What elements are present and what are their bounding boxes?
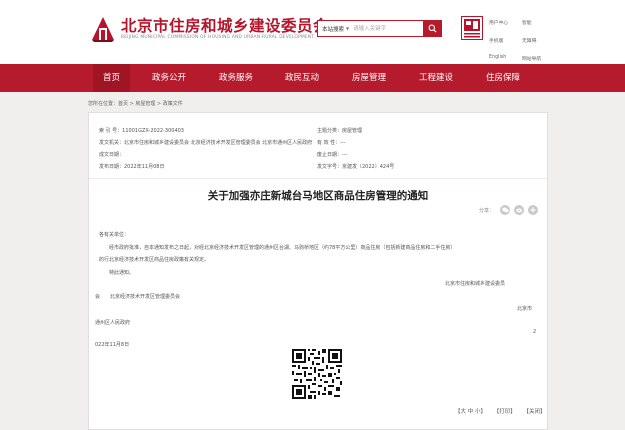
doc-page-num: 2 — [533, 329, 537, 335]
meta-doc-no: 发文字号：京建发〔2022〕424号 — [317, 164, 395, 170]
search-button[interactable] — [423, 21, 441, 36]
site-header: 北京市住房和城乡建设委员会 BEIJING MUNICIPAL COMMISSI… — [0, 0, 625, 64]
doc-cc: 会 北京经济技术开发区管理委员会 — [95, 294, 181, 300]
doc-paragraph-3: 特此通知。 — [99, 270, 135, 276]
wechat-icon[interactable] — [500, 205, 511, 215]
share-bar: 分享： — [479, 205, 539, 215]
search-scope-label: 本站搜索 — [322, 26, 345, 33]
doc-paragraph-2: 的行北京经济技术开发区商品住房政策有关规定。 — [99, 257, 210, 263]
breadcrumb[interactable]: 您所在位置：首页 > 房屋管理 > 政策文件 — [88, 100, 183, 107]
document-meta: 索 引 号：11001GZX-2022-300403 发文机关：北京市住房和城乡… — [89, 121, 547, 179]
chevron-down-icon: ▼ — [346, 26, 350, 31]
meta-abolish-date: 废止日期：--- — [317, 152, 348, 158]
doc-sign-date: 022年11月8日 — [95, 342, 130, 348]
search-input[interactable] — [353, 21, 423, 36]
font-size-toggle[interactable]: 【大 中 小】 — [455, 409, 486, 415]
top-link-user-center[interactable]: 用户中心 — [489, 19, 516, 26]
meta-date-created: 成文日期： — [99, 152, 125, 158]
search-icon — [428, 24, 437, 33]
print-button[interactable]: 【打印】 — [494, 409, 516, 415]
footer-links: 【大 中 小】 【打印】 【关闭】 — [455, 407, 552, 415]
portal-logo-icon[interactable] — [461, 16, 483, 40]
site-subtitle: BEIJING MUNICIPAL COMMISSION OF HOUSING … — [121, 35, 315, 40]
nav-item-housing-management[interactable]: 房屋管理 — [352, 64, 386, 92]
doc-issuer-1: 北京市住房和城乡建设委员 — [445, 281, 506, 287]
top-link-site-map[interactable]: 网站导航 — [522, 55, 549, 62]
nav-item-government-affairs[interactable]: 政务公开 — [152, 64, 186, 92]
meta-category: 主题分类：房屋管理 — [317, 128, 363, 134]
doc-issuer-2: 通州区人民政府 — [95, 320, 131, 326]
share-plus-icon[interactable] — [528, 205, 539, 215]
search-box: 本站搜索 ▼ — [317, 20, 442, 37]
top-link-accessibility[interactable]: 无障碍 — [522, 37, 549, 44]
top-link-smart[interactable]: 智能 — [522, 19, 549, 26]
share-label: 分享： — [479, 207, 495, 214]
main-nav: 首页 政务公开 政务服务 政民互动 房屋管理 工程建设 住房保障 — [0, 64, 625, 92]
weibo-icon[interactable] — [514, 205, 525, 215]
document-title: 关于加强亦庄新城台马地区商品住房管理的通知 — [207, 190, 429, 202]
article-panel: 索 引 号：11001GZX-2022-300403 发文机关：北京市住房和城乡… — [88, 112, 548, 430]
top-link-mobile[interactable]: 手机版 — [489, 37, 516, 44]
site-title[interactable]: 北京市住房和城乡建设委员会 — [121, 14, 329, 36]
meta-validity: 有 效 性：--- — [317, 140, 346, 146]
top-links: 用户中心 智能 手机版 无障碍 English 网站导航 — [489, 19, 549, 62]
nav-item-government-services[interactable]: 政务服务 — [219, 64, 253, 92]
nav-item-housing-security[interactable]: 住房保障 — [486, 64, 520, 92]
meta-agency: 发文机关：北京市住房和城乡建设委员会 北京经济技术开发区管理委员会 北京市通州区… — [99, 140, 313, 146]
building-logo-icon[interactable] — [90, 16, 116, 42]
search-scope-select[interactable]: 本站搜索 ▼ — [318, 25, 353, 33]
doc-salutation: 各有关单位： — [99, 232, 130, 238]
meta-date-published: 发布日期：2022年11月08日 — [99, 164, 165, 170]
meta-index-no: 索 引 号：11001GZX-2022-300403 — [99, 128, 184, 134]
top-link-english[interactable]: English — [489, 55, 516, 62]
qr-code-icon — [292, 349, 342, 399]
doc-paragraph-1: 经市政府批准，自本通知发布之日起，对经北京经济技术开发区管理的通州区台湖、马驹桥… — [99, 245, 456, 251]
nav-item-engineering[interactable]: 工程建设 — [419, 64, 453, 92]
doc-issuer-city: 北京市 — [517, 306, 533, 312]
close-button[interactable]: 【关闭】 — [524, 409, 546, 415]
nav-item-home[interactable]: 首页 — [93, 64, 131, 92]
nav-item-interaction[interactable]: 政民互动 — [285, 64, 319, 92]
